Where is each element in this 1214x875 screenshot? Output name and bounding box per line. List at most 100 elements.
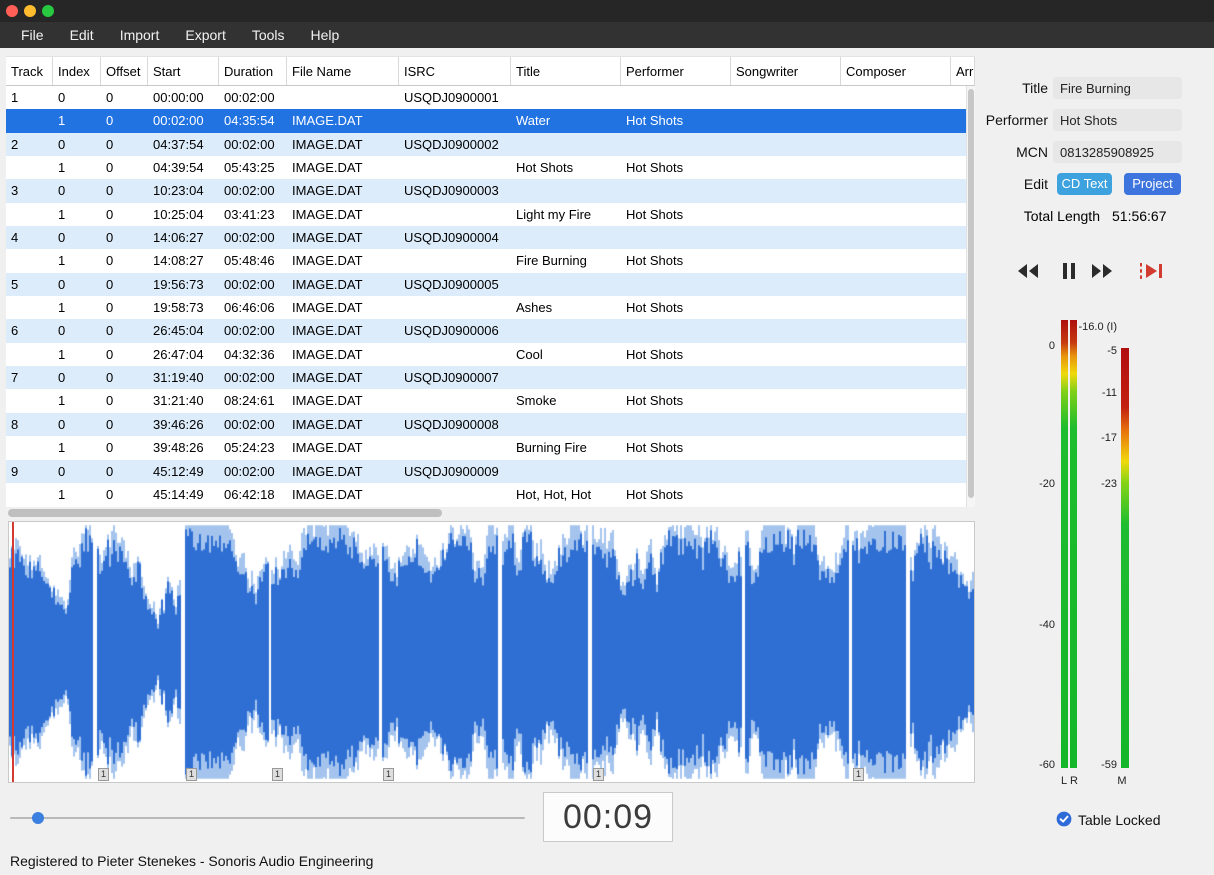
column-header-index[interactable]: Index <box>53 57 101 85</box>
performer-input[interactable] <box>1053 109 1182 131</box>
table-row[interactable]: 90045:12:4900:02:00IMAGE.DATUSQDJ0900009 <box>6 460 966 483</box>
table-locked-toggle[interactable]: Table Locked <box>985 811 1214 829</box>
menu-edit[interactable]: Edit <box>57 22 107 48</box>
minimize-button[interactable] <box>24 5 36 17</box>
menu-file[interactable]: File <box>8 22 57 48</box>
menu-tools[interactable]: Tools <box>239 22 298 48</box>
fast-forward-icon <box>1089 261 1115 281</box>
position-slider[interactable] <box>10 817 525 819</box>
table-row[interactable]: 1000:02:0004:35:54IMAGE.DATWaterHot Shot… <box>6 109 966 132</box>
horizontal-scrollbar-thumb[interactable] <box>8 509 442 517</box>
title-input[interactable] <box>1053 77 1182 99</box>
column-header-arr[interactable]: Arr <box>951 57 975 85</box>
cell-index: 1 <box>53 203 101 226</box>
column-header-composer[interactable]: Composer <box>841 57 951 85</box>
menu-help[interactable]: Help <box>298 22 353 48</box>
cell-start: 04:37:54 <box>148 133 219 156</box>
track-start-marker[interactable]: 1 <box>186 768 197 781</box>
vertical-scrollbar[interactable] <box>966 86 975 507</box>
track-start-marker[interactable]: 1 <box>383 768 394 781</box>
table-row[interactable]: 1031:21:4008:24:61IMAGE.DATSmokeHot Shot… <box>6 389 966 412</box>
cell-composer <box>841 436 951 459</box>
track-start-marker[interactable]: 1 <box>98 768 109 781</box>
rewind-button[interactable] <box>1013 257 1043 285</box>
table-row[interactable]: 1004:39:5405:43:25IMAGE.DATHot ShotsHot … <box>6 156 966 179</box>
cd-text-button[interactable]: CD Text <box>1057 173 1112 195</box>
menu-import[interactable]: Import <box>107 22 173 48</box>
cell-isrc <box>399 389 511 412</box>
horizontal-scrollbar[interactable] <box>6 508 975 518</box>
performer-label: Performer <box>985 109 1048 131</box>
cell-start: 04:39:54 <box>148 156 219 179</box>
cell-title <box>511 413 621 436</box>
cell-track: 4 <box>6 226 53 249</box>
table-row[interactable]: 10000:00:0000:02:00USQDJ0900001 <box>6 86 966 109</box>
meter-scale-label: -11 <box>985 387 1117 399</box>
menu-export[interactable]: Export <box>172 22 238 48</box>
meter-scale-label: -23 <box>985 478 1117 490</box>
table-row[interactable]: 60026:45:0400:02:00IMAGE.DATUSQDJ0900006 <box>6 319 966 342</box>
track-start-marker[interactable]: 1 <box>593 768 604 781</box>
cell-index: 0 <box>53 179 101 202</box>
cell-isrc <box>399 156 511 179</box>
play-to-end-button[interactable] <box>1137 257 1167 285</box>
project-button[interactable]: Project <box>1124 173 1181 195</box>
table-row[interactable]: 1026:47:0404:32:36IMAGE.DATCoolHot Shots <box>6 343 966 366</box>
column-header-performer[interactable]: Performer <box>621 57 731 85</box>
table-row[interactable]: 30010:23:0400:02:00IMAGE.DATUSQDJ0900003 <box>6 179 966 202</box>
fast-forward-button[interactable] <box>1087 257 1117 285</box>
close-button[interactable] <box>6 5 18 17</box>
table-row[interactable]: 70031:19:4000:02:00IMAGE.DATUSQDJ0900007 <box>6 366 966 389</box>
meter-scale-label: -17 <box>985 432 1117 444</box>
column-header-title[interactable]: Title <box>511 57 621 85</box>
cell-songwriter <box>731 389 841 412</box>
track-start-marker[interactable]: 1 <box>853 768 864 781</box>
column-header-offset[interactable]: Offset <box>101 57 148 85</box>
waveform-display[interactable]: 1 1 1 1 1 1 <box>8 521 975 783</box>
column-header-file-name[interactable]: File Name <box>287 57 399 85</box>
column-header-duration[interactable]: Duration <box>219 57 287 85</box>
cell-isrc <box>399 109 511 132</box>
cell-file: IMAGE.DAT <box>287 179 399 202</box>
mcn-input[interactable] <box>1053 141 1182 163</box>
cell-index: 0 <box>53 86 101 109</box>
position-slider-thumb[interactable] <box>32 812 44 824</box>
vertical-scrollbar-thumb[interactable] <box>968 89 974 498</box>
zoom-button[interactable] <box>42 5 54 17</box>
track-start-marker[interactable]: 1 <box>272 768 283 781</box>
table-row[interactable]: 50019:56:7300:02:00IMAGE.DATUSQDJ0900005 <box>6 273 966 296</box>
cell-offset: 0 <box>101 483 148 506</box>
column-header-isrc[interactable]: ISRC <box>399 57 511 85</box>
table-row[interactable]: 1039:48:2605:24:23IMAGE.DATBurning FireH… <box>6 436 966 459</box>
cell-start: 39:46:26 <box>148 413 219 436</box>
column-header-songwriter[interactable]: Songwriter <box>731 57 841 85</box>
table-row[interactable]: 1019:58:7306:46:06IMAGE.DATAshesHot Shot… <box>6 296 966 319</box>
cell-offset: 0 <box>101 366 148 389</box>
pause-button[interactable] <box>1054 257 1084 285</box>
cell-index: 0 <box>53 460 101 483</box>
meter-scale-label: -40 <box>985 619 1055 631</box>
waveform-canvas <box>9 522 974 782</box>
column-header-track[interactable]: Track <box>6 57 53 85</box>
play-to-end-icon <box>1138 260 1166 282</box>
table-row[interactable]: 1010:25:0403:41:23IMAGE.DATLight my Fire… <box>6 203 966 226</box>
table-row[interactable]: 80039:46:2600:02:00IMAGE.DATUSQDJ0900008 <box>6 413 966 436</box>
cell-performer <box>621 460 731 483</box>
cell-composer <box>841 179 951 202</box>
table-row[interactable]: 1014:08:2705:48:46IMAGE.DATFire BurningH… <box>6 249 966 272</box>
table-row[interactable]: 1045:14:4906:42:18IMAGE.DATHot, Hot, Hot… <box>6 483 966 506</box>
cell-index: 1 <box>53 156 101 179</box>
rewind-icon <box>1015 261 1041 281</box>
cell-songwriter <box>731 273 841 296</box>
cell-track: 6 <box>6 319 53 342</box>
cell-start: 26:45:04 <box>148 319 219 342</box>
table-row[interactable]: 40014:06:2700:02:00IMAGE.DATUSQDJ0900004 <box>6 226 966 249</box>
cell-track: 2 <box>6 133 53 156</box>
cell-duration: 00:02:00 <box>219 133 287 156</box>
cell-track <box>6 389 53 412</box>
table-row[interactable]: 20004:37:5400:02:00IMAGE.DATUSQDJ0900002 <box>6 133 966 156</box>
column-header-start[interactable]: Start <box>148 57 219 85</box>
edit-label: Edit <box>985 173 1048 195</box>
cell-arr <box>951 436 966 459</box>
cell-file: IMAGE.DAT <box>287 413 399 436</box>
